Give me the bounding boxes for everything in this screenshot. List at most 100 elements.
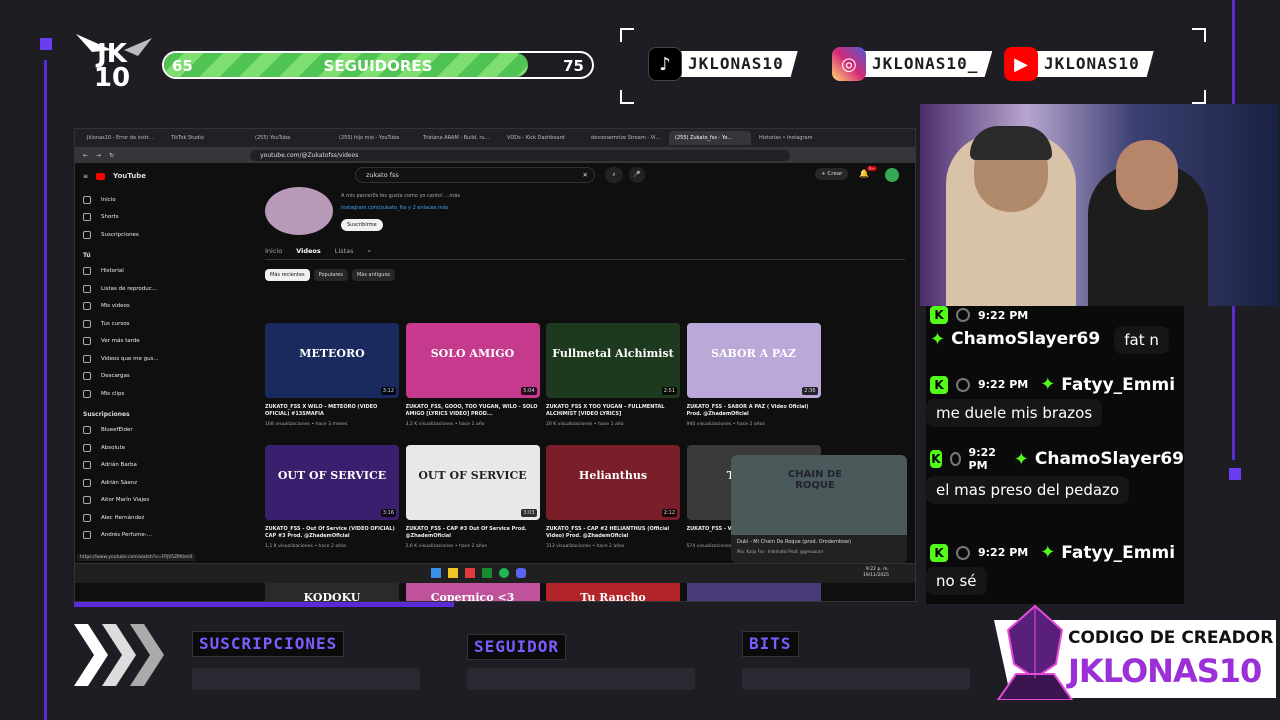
sidebar-item[interactable]: Ver más tarde bbox=[83, 333, 171, 351]
followers-progress-bar: 65 SEGUIDORES 75 bbox=[162, 51, 594, 79]
sort-chip[interactable]: Más antiguos bbox=[351, 269, 396, 281]
url-field[interactable]: youtube.com/@Zukatofss/videos bbox=[250, 149, 791, 161]
clear-search-icon[interactable]: ✕ bbox=[583, 171, 588, 179]
chat-time: 9:22 PM bbox=[978, 378, 1029, 391]
sidebar-item[interactable]: Descargas bbox=[83, 368, 171, 386]
video-card[interactable]: SOLO AMIGO 5:04 ZUKATO_FSS, GOOO, TOO YUGA… bbox=[405, 323, 540, 427]
browser-tab[interactable]: (255) YouTube bbox=[249, 131, 331, 145]
webcam-feed bbox=[920, 104, 1278, 306]
sort-chip[interactable]: Populares bbox=[313, 269, 348, 281]
video-thumbnail[interactable]: OUT OF SERVICE 3:16 bbox=[265, 445, 399, 520]
sidebar-item[interactable]: Listas de reproduc... bbox=[83, 280, 171, 298]
channel-tab[interactable]: Videos bbox=[296, 247, 321, 256]
avatar[interactable] bbox=[885, 168, 899, 182]
search-icon[interactable]: ⌕ bbox=[605, 167, 623, 183]
video-title[interactable]: ZUKATO_FSS - Out Of Service (VIDEO OFICI… bbox=[265, 526, 399, 540]
sidebar-item[interactable]: Shorts bbox=[83, 209, 171, 227]
channel-desc[interactable]: A mis parcer0s les gusta como yo canto! … bbox=[341, 193, 460, 199]
subscription-item[interactable]: Aitor Marín Viajes bbox=[83, 492, 171, 510]
sidebar-label: Descargas bbox=[101, 373, 130, 380]
browser-tab[interactable]: (255) Zukato_fss - Yo... bbox=[669, 131, 751, 145]
menu-icon[interactable]: ≡ bbox=[83, 173, 88, 180]
sidebar-item[interactable]: Mis clips bbox=[83, 385, 171, 403]
video-thumbnail[interactable]: SOLO AMIGO 5:04 bbox=[405, 323, 540, 398]
xbox-icon[interactable] bbox=[482, 568, 492, 578]
video-thumbnail[interactable]: Helianthus 2:12 bbox=[546, 445, 680, 520]
sidebar-icon bbox=[83, 230, 91, 239]
video-meta: 20 K visualizaciones • hace 1 año bbox=[546, 422, 624, 427]
browser-tab[interactable]: VODs - Kick Dashboard bbox=[501, 131, 583, 145]
sort-chip[interactable]: Más recientes bbox=[265, 269, 310, 281]
miniplayer[interactable]: CHAIN DE ROQUE Duki - Mi Chain De Roque … bbox=[731, 455, 907, 563]
chat-username[interactable]: Fatyy_Emmi bbox=[1061, 543, 1175, 563]
explorer-icon[interactable] bbox=[448, 568, 458, 578]
video-title[interactable]: ZUKATO_FSS - CAP #3 Out Of Service Prod.… bbox=[406, 526, 540, 540]
app-icon[interactable] bbox=[465, 568, 475, 578]
chat-username[interactable]: Fatyy_Emmi bbox=[1061, 375, 1175, 395]
video-title[interactable]: ZUKATO_FSS - CAP #2 HELIANTHUS (Official… bbox=[546, 526, 680, 540]
youtube-logo[interactable]: YouTube bbox=[113, 172, 146, 180]
sidebar-item[interactable]: Mis videos bbox=[83, 298, 171, 316]
channel-tab[interactable]: Listas bbox=[335, 247, 354, 256]
back-icon[interactable]: ← bbox=[83, 152, 88, 159]
video-title[interactable]: ZUKATO_FSS X TOO YUGAN - FULLMENTAL ALCH… bbox=[546, 404, 680, 418]
reload-icon[interactable]: ↻ bbox=[109, 152, 114, 159]
channel-search-icon[interactable]: ⌕ bbox=[367, 247, 371, 256]
browser-tab[interactable]: (255) hijo mio - YouTube bbox=[333, 131, 415, 145]
sidebar-item[interactable]: Suscripciones bbox=[83, 226, 171, 244]
create-button[interactable]: + Crear bbox=[815, 168, 849, 180]
sidebar-item[interactable]: Historial bbox=[83, 263, 171, 281]
sidebar-icon bbox=[83, 354, 91, 363]
browser-tab[interactable]: Historias • Instagram bbox=[753, 131, 835, 145]
mic-icon[interactable]: 🎤 bbox=[629, 167, 645, 183]
video-thumbnail[interactable]: SABOR A PAZ 2:36 bbox=[686, 323, 821, 398]
video-meta: 2,6 K visualizaciones • hace 2 años bbox=[405, 544, 487, 549]
sidebar-item[interactable]: Inicio bbox=[83, 191, 171, 209]
browser-tab[interactable]: Tristana ARAM - Build, ru... bbox=[417, 131, 499, 145]
video-card[interactable]: METEORO 3:12 ZUKATO_FSS X WILO - METEORO (… bbox=[265, 323, 399, 427]
search-input[interactable]: zukato fss ✕ bbox=[355, 167, 595, 183]
you-header[interactable]: Tú bbox=[83, 252, 171, 259]
video-card[interactable]: SABOR A PAZ 2:36 ZUKATO_FSS - SABOR A PAZ … bbox=[686, 323, 821, 427]
sidebar-icon bbox=[83, 531, 91, 540]
browser-tab[interactable]: TikTok Studio bbox=[165, 131, 247, 145]
video-card[interactable]: Helianthus 2:12 ZUKATO_FSS - CAP #2 HELIAN… bbox=[546, 445, 680, 549]
chat-username[interactable]: ChamoSlayer69 bbox=[951, 329, 1100, 349]
video-thumbnail[interactable]: METEORO 3:12 bbox=[265, 323, 399, 398]
youtube-page: ≡ YouTube Inicio Shorts Suscripciones Tú H… bbox=[75, 163, 915, 601]
forward-icon[interactable]: → bbox=[96, 152, 101, 159]
subscribe-button[interactable]: Suscribirme bbox=[341, 219, 383, 231]
video-card[interactable]: OUT OF SERVICE 3:03 ZUKATO_FSS - CAP #3 Ou… bbox=[405, 445, 540, 549]
chat-username[interactable]: ChamoSlayer69 bbox=[1035, 449, 1184, 469]
video-title[interactable]: ZUKATO_FSS - SABOR A PAZ ( Video Oficial… bbox=[687, 404, 821, 418]
user-icon bbox=[949, 452, 961, 466]
browser-tab[interactable]: Jklonas10 - Error de instr... bbox=[81, 131, 163, 145]
spotify-icon[interactable] bbox=[499, 568, 509, 578]
subscription-item[interactable]: Absolute bbox=[83, 439, 171, 457]
video-thumbnail[interactable]: OUT OF SERVICE 3:03 bbox=[405, 445, 540, 520]
discord-icon[interactable] bbox=[516, 568, 526, 578]
video-thumbnail[interactable]: Fullmetal Alchimist 2:51 bbox=[546, 323, 680, 398]
windows-start-icon[interactable] bbox=[431, 568, 441, 578]
video-card[interactable]: Fullmetal Alchimist 2:51 ZUKATO_FSS X TOO … bbox=[546, 323, 680, 427]
subscriptions-header[interactable]: Suscripciones bbox=[83, 411, 171, 418]
subscription-item[interactable]: Adrián Barba bbox=[83, 457, 171, 475]
tiktok-label: JKLONAS10 bbox=[680, 51, 798, 77]
sidebar-item[interactable]: Tus cursos bbox=[83, 315, 171, 333]
tabs-divider bbox=[265, 259, 905, 260]
subscription-item[interactable]: BlueefElder bbox=[83, 422, 171, 440]
video-meta: 1,1 K visualizaciones • hace 2 años bbox=[265, 544, 347, 549]
video-card[interactable]: OUT OF SERVICE 3:16 ZUKATO_FSS - Out Of Se… bbox=[265, 445, 399, 549]
subscription-item[interactable]: Andrés Perfume-... bbox=[83, 527, 171, 545]
youtube-logo-icon bbox=[96, 172, 106, 180]
sidebar-icon bbox=[83, 389, 91, 398]
sidebar-label: Adrián Sáenz bbox=[101, 479, 138, 486]
channel-links[interactable]: instagram.com/zukato_fss y 2 enlaces más bbox=[341, 205, 449, 211]
channel-tab[interactable]: Inicio bbox=[265, 247, 282, 256]
sidebar-item[interactable]: Videos que me gus... bbox=[83, 350, 171, 368]
browser-tab[interactable]: devoosemrize Stream - Vi... bbox=[585, 131, 667, 145]
subscription-item[interactable]: Adrián Sáenz bbox=[83, 474, 171, 492]
video-title[interactable]: ZUKATO_FSS, GOOO, TOO YUGAN, WILO - SOLO… bbox=[406, 404, 540, 418]
video-title[interactable]: ZUKATO_FSS X WILO - METEORO (VIDEO OFICI… bbox=[265, 404, 399, 418]
subscription-item[interactable]: Alec Hernández bbox=[83, 509, 171, 527]
